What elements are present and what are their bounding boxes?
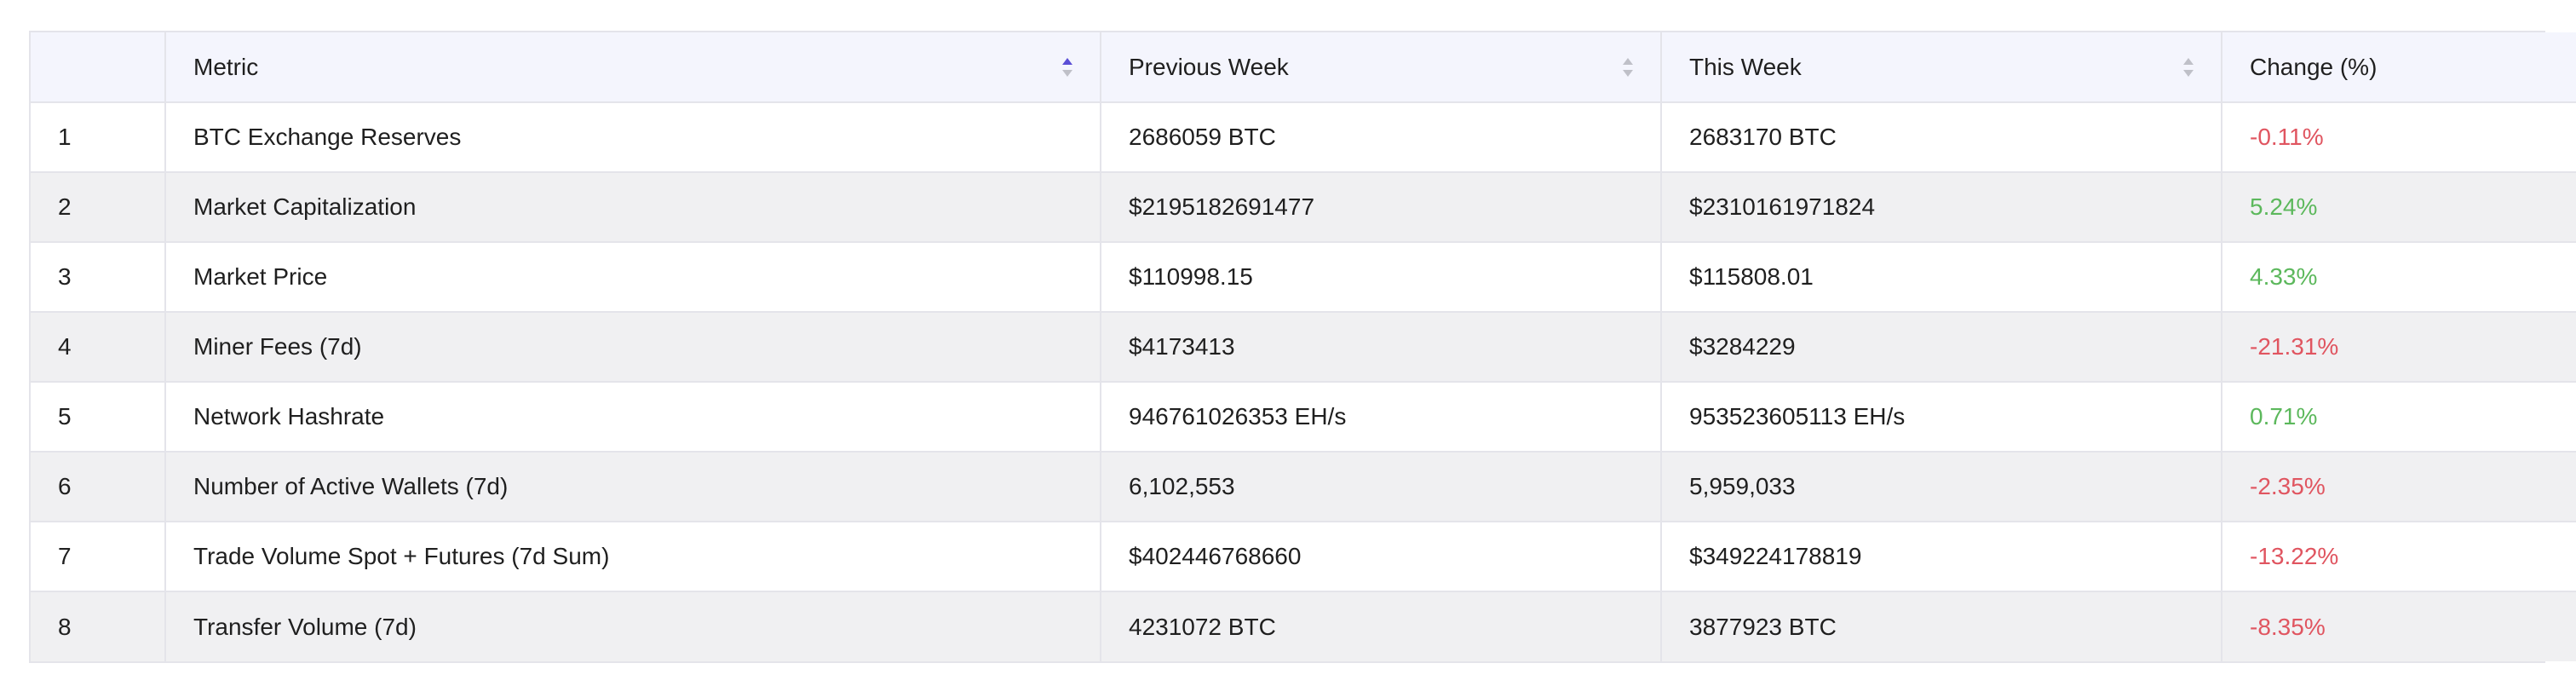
metric-cell: Trade Volume Spot + Futures (7d Sum) — [164, 522, 1101, 591]
metric-cell: Number of Active Wallets (7d) — [164, 452, 1101, 522]
table-row[interactable]: 6 Number of Active Wallets (7d) 6,102,55… — [31, 452, 2576, 522]
row-index: 1 — [58, 124, 72, 150]
previous-week-cell: $110998.15 — [1100, 242, 1661, 312]
change-cell: -21.31% — [2221, 312, 2576, 382]
row-index: 3 — [58, 263, 72, 290]
table-row[interactable]: 8 Transfer Volume (7d) 4231072 BTC 38779… — [31, 591, 2576, 661]
metric-cell: Market Price — [164, 242, 1101, 312]
previous-week-cell: 2686059 BTC — [1100, 102, 1661, 172]
metric-cell: BTC Exchange Reserves — [164, 102, 1101, 172]
row-index: 6 — [58, 473, 72, 499]
column-header-label: This Week — [1689, 53, 1802, 80]
row-index: 4 — [58, 333, 72, 360]
table-row[interactable]: 2 Market Capitalization $2195182691477 $… — [31, 172, 2576, 242]
column-header-previous-week[interactable]: Previous Week — [1100, 32, 1661, 102]
column-header-index[interactable] — [31, 32, 165, 102]
metric-cell: Network Hashrate — [164, 382, 1101, 452]
metrics-table-container: Metric Previous Week This Week Change (%… — [29, 31, 2576, 663]
table-header-row: Metric Previous Week This Week Change (%… — [31, 32, 2576, 102]
change-cell: -8.35% — [2221, 591, 2576, 661]
previous-week-cell: $402446768660 — [1100, 522, 1661, 591]
row-index: 7 — [58, 543, 72, 569]
this-week-cell: $2310161971824 — [1660, 172, 2222, 242]
metric-cell: Market Capitalization — [164, 172, 1101, 242]
previous-week-cell: $4173413 — [1100, 312, 1661, 382]
this-week-cell: 5,959,033 — [1660, 452, 2222, 522]
previous-week-cell: 4231072 BTC — [1100, 591, 1661, 661]
this-week-cell: 3877923 BTC — [1660, 591, 2222, 661]
table-row[interactable]: 7 Trade Volume Spot + Futures (7d Sum) $… — [31, 522, 2576, 591]
table-row[interactable]: 5 Network Hashrate 946761026353 EH/s 953… — [31, 382, 2576, 452]
previous-week-cell: $2195182691477 — [1100, 172, 1661, 242]
sort-arrows-icon[interactable] — [2182, 55, 2195, 79]
change-cell: -2.35% — [2221, 452, 2576, 522]
change-cell: -13.22% — [2221, 522, 2576, 591]
row-index: 8 — [58, 613, 72, 640]
metric-cell: Miner Fees (7d) — [164, 312, 1101, 382]
change-cell: 5.24% — [2221, 172, 2576, 242]
metrics-table: Metric Previous Week This Week Change (%… — [31, 32, 2576, 661]
column-header-this-week[interactable]: This Week — [1660, 32, 2222, 102]
this-week-cell: $115808.01 — [1660, 242, 2222, 312]
sort-arrows-icon[interactable] — [1621, 55, 1635, 79]
metric-cell: Transfer Volume (7d) — [164, 591, 1101, 661]
column-header-label: Change (%) — [2250, 53, 2378, 80]
table-row[interactable]: 1 BTC Exchange Reserves 2686059 BTC 2683… — [31, 102, 2576, 172]
row-index: 2 — [58, 193, 72, 220]
this-week-cell: $349224178819 — [1660, 522, 2222, 591]
this-week-cell: $3284229 — [1660, 312, 2222, 382]
change-cell: 0.71% — [2221, 382, 2576, 452]
change-cell: -0.11% — [2221, 102, 2576, 172]
table-row[interactable]: 4 Miner Fees (7d) $4173413 $3284229 -21.… — [31, 312, 2576, 382]
sort-arrows-icon[interactable] — [1061, 55, 1074, 79]
column-header-metric[interactable]: Metric — [164, 32, 1101, 102]
column-header-label: Previous Week — [1129, 53, 1289, 80]
previous-week-cell: 946761026353 EH/s — [1100, 382, 1661, 452]
this-week-cell: 2683170 BTC — [1660, 102, 2222, 172]
change-cell: 4.33% — [2221, 242, 2576, 312]
previous-week-cell: 6,102,553 — [1100, 452, 1661, 522]
table-row[interactable]: 3 Market Price $110998.15 $115808.01 4.3… — [31, 242, 2576, 312]
row-index: 5 — [58, 403, 72, 430]
this-week-cell: 953523605113 EH/s — [1660, 382, 2222, 452]
column-header-label: Metric — [193, 53, 259, 80]
column-header-change[interactable]: Change (%) — [2221, 32, 2576, 102]
